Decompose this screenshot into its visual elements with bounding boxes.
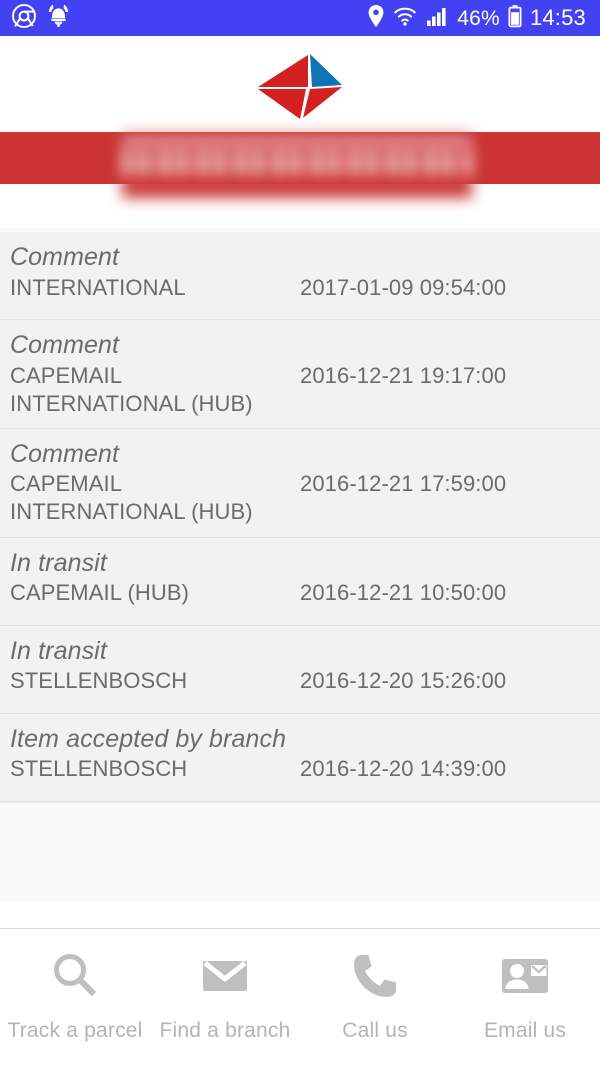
nav-label: Track a parcel — [7, 1019, 143, 1042]
nav-item-find-a-branch[interactable]: Find a branch — [150, 929, 300, 1066]
list-item[interactable]: Comment INTERNATIONAL 2017-01-09 09:54:0… — [0, 232, 600, 320]
nav-item-call-us[interactable]: Call us — [300, 929, 450, 1066]
event-location: CAPEMAIL (HUB) — [10, 580, 190, 606]
event-datetime: 2016-12-21 10:50:00 — [300, 580, 507, 606]
viking-helmet-icon — [46, 3, 71, 33]
nav-label: Call us — [342, 1019, 408, 1042]
sapo-diamond-logo — [254, 45, 346, 124]
status-bar: 46% 14:53 — [0, 0, 600, 36]
envelope-icon — [197, 948, 253, 1006]
event-datetime: 2016-12-20 15:26:00 — [300, 668, 507, 694]
event-location: CAPEMAIL INTERNATIONAL (HUB) — [10, 362, 253, 416]
list-item[interactable]: Comment CAPEMAIL INTERNATIONAL (HUB) 201… — [0, 428, 600, 538]
chrome-icon — [12, 3, 36, 33]
nav-label: Find a branch — [159, 1019, 291, 1042]
status-bar-left-icons — [12, 3, 71, 33]
tracking-event-list[interactable]: Comment INTERNATIONAL 2017-01-09 09:54:0… — [0, 228, 600, 802]
nav-item-email-us[interactable]: Email us — [450, 929, 600, 1066]
battery-percent-label: 46% — [457, 6, 500, 30]
list-item[interactable]: Item accepted by branch STELLENBOSCH 201… — [0, 713, 600, 802]
event-status: Comment — [10, 331, 120, 359]
wifi-icon — [393, 4, 417, 33]
tracking-number-banner — [0, 132, 600, 228]
event-status: Comment — [10, 439, 120, 468]
event-location: CAPEMAIL INTERNATIONAL (HUB) — [10, 471, 253, 525]
list-item[interactable]: In transit STELLENBOSCH 2016-12-20 15:26… — [0, 625, 600, 714]
cellular-signal-icon — [425, 4, 449, 33]
contact-mail-icon — [497, 948, 553, 1006]
event-location: INTERNATIONAL — [10, 274, 186, 300]
event-datetime: 2016-12-21 19:17:00 — [300, 362, 507, 388]
bottom-navigation-bar: Track a parcel Find a branch Call us Ema… — [0, 928, 600, 1066]
event-location: STELLENBOSCH — [10, 756, 188, 782]
event-status: Item accepted by branch — [10, 724, 287, 753]
nav-label: Email us — [483, 1019, 567, 1042]
event-datetime: 2016-12-21 17:59:00 — [300, 471, 507, 497]
redacted-tracking-number — [122, 134, 472, 198]
event-status: Comment — [10, 243, 120, 271]
event-status: In transit — [10, 636, 107, 665]
phone-icon — [347, 948, 403, 1006]
battery-icon — [508, 4, 522, 33]
status-bar-right-icons: 46% 14:53 — [367, 4, 586, 33]
event-datetime: 2016-12-20 14:39:00 — [300, 756, 507, 782]
list-item[interactable]: In transit CAPEMAIL (HUB) 2016-12-21 10:… — [0, 537, 600, 626]
event-status: In transit — [10, 548, 107, 577]
app-header — [0, 36, 600, 132]
clock-label: 14:53 — [529, 5, 586, 30]
event-datetime: 2017-01-09 09:54:00 — [300, 274, 507, 300]
nav-item-track-a-parcel[interactable]: Track a parcel — [0, 929, 150, 1066]
search-icon — [47, 948, 103, 1006]
list-item[interactable]: Comment CAPEMAIL INTERNATIONAL (HUB) 201… — [0, 320, 600, 429]
event-location: STELLENBOSCH — [10, 668, 188, 694]
list-empty-space — [0, 801, 600, 902]
location-pin-icon — [367, 4, 385, 33]
